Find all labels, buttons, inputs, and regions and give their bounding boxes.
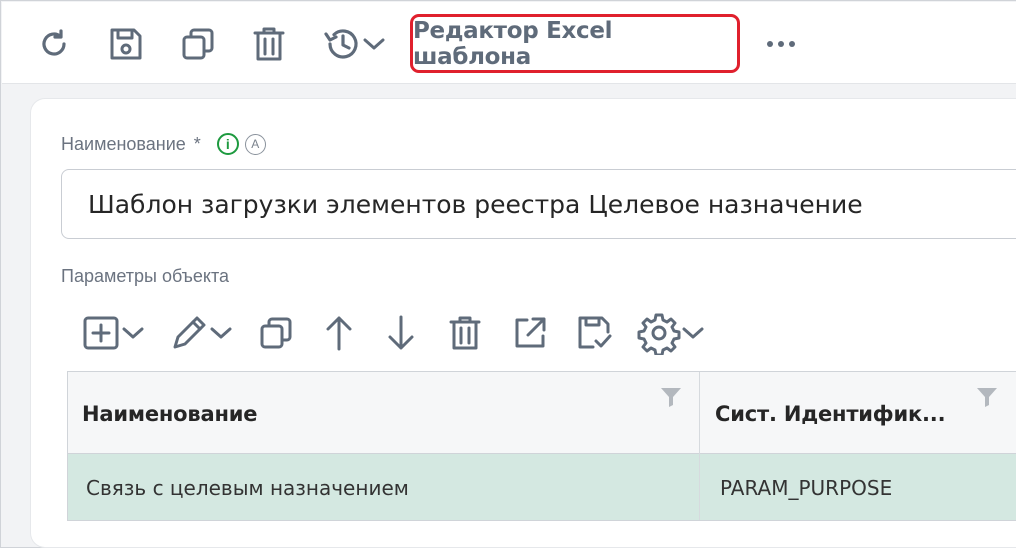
object-params-label: Параметры объекта	[61, 266, 230, 286]
filter-icon[interactable]	[660, 386, 682, 408]
arrow-up-icon	[326, 316, 352, 351]
cell-sys-id: PARAM_PURPOSE	[720, 476, 893, 500]
params-grid: Наименование Сист. Идентифик... Связь с …	[67, 371, 1016, 521]
copy-button[interactable]	[174, 22, 222, 66]
grid-header: Наименование Сист. Идентифик...	[68, 372, 1016, 454]
pencil-icon	[173, 316, 206, 349]
move-up-button[interactable]	[323, 309, 363, 357]
name-label-text: Наименование	[61, 133, 186, 154]
name-input[interactable]: Шаблон загрузки элементов реестра Целево…	[61, 169, 1016, 239]
chevron-down-icon	[682, 327, 704, 339]
column-header-name[interactable]: Наименование	[82, 402, 258, 426]
history-icon	[324, 29, 358, 59]
add-param-button[interactable]	[81, 309, 155, 357]
params-toolbar	[81, 309, 781, 359]
grid-settings-button[interactable]	[637, 309, 713, 357]
open-param-button[interactable]	[511, 309, 553, 357]
trash-icon	[449, 316, 481, 350]
required-mark: *	[193, 133, 201, 154]
edit-param-button[interactable]	[169, 309, 241, 357]
name-input-value: Шаблон загрузки элементов реестра Целево…	[88, 189, 863, 219]
save-check-icon	[578, 316, 612, 349]
excel-template-editor-button[interactable]: Редактор Excel шаблона	[410, 14, 740, 73]
more-options-button[interactable]	[758, 26, 804, 62]
more-dot	[789, 41, 795, 47]
more-icon	[767, 41, 773, 47]
chevron-down-icon	[210, 327, 232, 339]
arrow-down-icon	[388, 315, 414, 350]
more-dot	[778, 41, 784, 47]
add-icon	[83, 316, 119, 350]
filter-icon[interactable]	[976, 386, 998, 408]
history-button[interactable]	[316, 22, 392, 66]
trash-icon	[253, 27, 285, 61]
save-icon	[110, 28, 142, 60]
app-frame: Редактор Excel шаблона Наименование * i …	[0, 0, 1016, 548]
copy-param-button[interactable]	[257, 309, 301, 357]
info-icon[interactable]: i	[216, 133, 239, 155]
auto-translate-icon[interactable]: A	[244, 133, 266, 155]
delete-button[interactable]	[246, 22, 292, 66]
name-field-label: Наименование * i A	[61, 133, 266, 155]
excel-template-editor-label: Редактор Excel шаблона	[413, 17, 613, 70]
refresh-button[interactable]	[32, 22, 76, 66]
object-card: Наименование * i A Шаблон загрузки элеме…	[31, 99, 1016, 547]
cell-name: Связь с целевым назначением	[86, 476, 409, 500]
column-header-sys-id[interactable]: Сист. Идентифик...	[715, 402, 946, 426]
move-down-button[interactable]	[385, 309, 425, 357]
chevron-down-icon	[363, 38, 385, 50]
delete-param-button[interactable]	[447, 309, 489, 357]
column-separator	[699, 372, 700, 520]
save-button[interactable]	[102, 22, 150, 66]
table-row[interactable]: Связь с целевым назначением PARAM_PURPOS…	[68, 454, 1016, 520]
open-external-icon	[515, 317, 546, 348]
main-toolbar: Редактор Excel шаблона	[2, 2, 1016, 84]
chevron-down-icon	[122, 327, 144, 339]
gear-icon	[637, 313, 681, 355]
save-param-button[interactable]	[575, 309, 617, 357]
copy-icon	[182, 28, 214, 60]
copy-icon	[260, 317, 292, 349]
refresh-icon	[42, 29, 66, 56]
